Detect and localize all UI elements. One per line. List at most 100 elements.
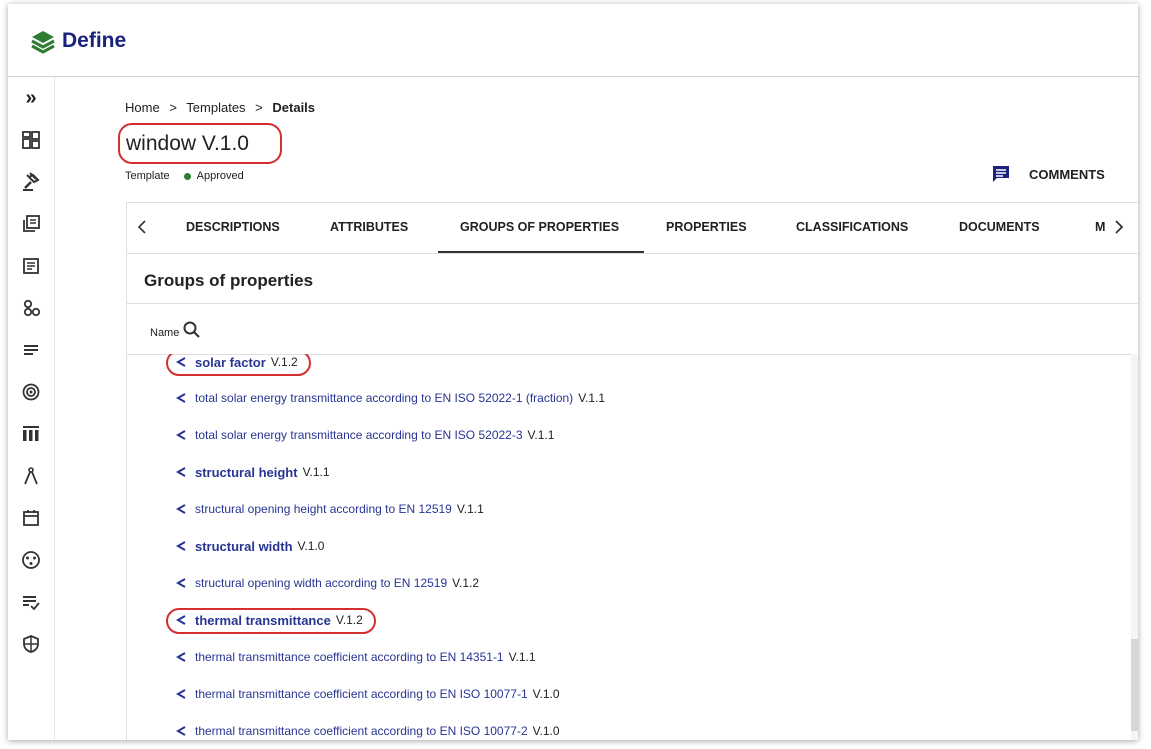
- sidebar-item-target[interactable]: [18, 379, 44, 405]
- breadcrumb-separator: >: [255, 100, 263, 115]
- share-chevron-icon: [175, 726, 186, 736]
- network-icon: [22, 551, 40, 569]
- tab-truncated[interactable]: M: [1095, 220, 1108, 234]
- list-item[interactable]: structural height V.1.1: [175, 461, 330, 483]
- list-item[interactable]: thermal transmittance coefficient accord…: [175, 720, 560, 740]
- groups-icon: [23, 299, 41, 317]
- app-logo[interactable]: Define: [30, 28, 126, 54]
- item-version: V.1.1: [456, 502, 484, 516]
- tab-properties[interactable]: PROPERTIES: [666, 220, 747, 234]
- app-name: Define: [62, 29, 127, 52]
- item-name[interactable]: structural opening width according to EN…: [195, 576, 447, 590]
- item-version: V.1.0: [532, 724, 560, 738]
- tab-classifications[interactable]: CLASSIFICATIONS: [796, 220, 908, 234]
- shield-icon: [23, 635, 39, 653]
- highlight-ring: [166, 608, 376, 634]
- share-chevron-icon: [175, 393, 186, 403]
- item-name[interactable]: total solar energy transmittance accordi…: [195, 391, 573, 405]
- item-name[interactable]: structural width: [195, 539, 293, 554]
- list-scrollbar[interactable]: [1131, 354, 1138, 740]
- status-dot: [183, 172, 191, 180]
- active-tab-indicator: [438, 251, 644, 253]
- list-icon: [24, 345, 38, 355]
- list-item[interactable]: structural opening height according to E…: [175, 498, 484, 520]
- breadcrumb-templates[interactable]: Templates: [186, 100, 245, 115]
- sidebar-item-gavel[interactable]: [18, 169, 44, 195]
- share-chevron-icon: [175, 504, 186, 514]
- item-version: V.1.1: [508, 650, 536, 664]
- sidebar-item-article[interactable]: [18, 253, 44, 279]
- breadcrumb-separator: >: [169, 100, 177, 115]
- sidebar-item-shield[interactable]: [18, 631, 44, 657]
- sidebar-item-compass[interactable]: [18, 463, 44, 489]
- column-name-label: Name: [150, 327, 180, 339]
- highlight-ring: [118, 123, 282, 164]
- sidebar-item-network[interactable]: [18, 547, 44, 573]
- share-chevron-icon: [175, 430, 186, 440]
- item-version: V.1.0: [297, 539, 325, 553]
- item-version: V.1.1: [578, 391, 606, 405]
- tab-attributes[interactable]: ATTRIBUTES: [330, 220, 408, 234]
- item-name[interactable]: thermal transmittance coefficient accord…: [195, 724, 528, 738]
- tabs-scroll-right[interactable]: [1110, 216, 1128, 238]
- list-header: Name: [127, 303, 1138, 355]
- share-chevron-icon: [175, 541, 186, 551]
- breadcrumb: Home > Templates > Details: [125, 100, 315, 115]
- item-version: V.1.1: [302, 465, 330, 479]
- comments-label: COMMENTS: [1029, 166, 1105, 182]
- share-chevron-icon: [175, 652, 186, 662]
- breadcrumb-current: Details: [272, 100, 316, 115]
- item-version: V.1.1: [527, 428, 555, 442]
- sidebar-item-list[interactable]: [18, 337, 44, 363]
- item-version: V.1.2: [452, 576, 480, 590]
- list-item[interactable]: thermal transmittance coefficient accord…: [175, 646, 536, 668]
- share-chevron-icon: [175, 467, 186, 477]
- breadcrumb-home[interactable]: Home: [125, 100, 160, 115]
- chevrons-right-icon: »: [25, 87, 37, 109]
- tab-groups-of-properties[interactable]: GROUPS OF PROPERTIES: [460, 220, 619, 234]
- calendar-icon: [23, 510, 39, 526]
- item-version: V.1.0: [532, 687, 560, 701]
- comment-icon: [993, 166, 1009, 182]
- scrollbar-thumb[interactable]: [1131, 639, 1138, 731]
- sidebar-item-calendar[interactable]: [18, 505, 44, 531]
- tab-descriptions[interactable]: DESCRIPTIONS: [186, 220, 280, 234]
- chevron-right-icon: [1115, 220, 1124, 234]
- item-name[interactable]: thermal transmittance coefficient accord…: [195, 687, 528, 701]
- expand-sidebar-button[interactable]: »: [18, 85, 44, 111]
- tabs-scroll-left[interactable]: [133, 216, 151, 238]
- status-badge: Approved: [196, 170, 244, 182]
- template-meta: Template Approved: [125, 170, 244, 182]
- sidebar-item-dashboard[interactable]: [18, 127, 44, 153]
- columns-icon: [23, 426, 39, 441]
- sidebar: »: [8, 77, 55, 740]
- stack-logo-icon: [31, 31, 55, 54]
- app-window: Define » Home > Templates > Details wind…: [8, 4, 1138, 740]
- property-group-list: solar factor V.1.2 total solar energy tran…: [127, 354, 1131, 740]
- target-icon: [22, 383, 40, 401]
- top-bar: Define: [8, 4, 1138, 77]
- sidebar-item-groups[interactable]: [18, 295, 44, 321]
- tab-documents[interactable]: DOCUMENTS: [959, 220, 1040, 234]
- details-panel: DESCRIPTIONS ATTRIBUTES GROUPS OF PROPER…: [126, 202, 1138, 740]
- sidebar-item-checklist[interactable]: [18, 589, 44, 615]
- sidebar-item-columns[interactable]: [18, 421, 44, 447]
- sidebar-item-library[interactable]: [18, 211, 44, 237]
- item-name[interactable]: structural opening height according to E…: [195, 502, 452, 516]
- comments-button[interactable]: COMMENTS: [991, 164, 1105, 184]
- dashboard-icon: [22, 131, 40, 149]
- compass-icon: [24, 467, 38, 485]
- template-type: Template: [125, 170, 170, 182]
- item-name[interactable]: thermal transmittance coefficient accord…: [195, 650, 504, 664]
- checklist-icon: [23, 596, 40, 611]
- share-chevron-icon: [175, 689, 186, 699]
- list-item[interactable]: total solar energy transmittance accordi…: [175, 387, 605, 409]
- item-name[interactable]: total solar energy transmittance accordi…: [195, 428, 523, 442]
- list-item[interactable]: total solar energy transmittance accordi…: [175, 424, 554, 446]
- search-icon[interactable]: [182, 320, 202, 340]
- item-name[interactable]: structural height: [195, 465, 298, 480]
- list-item[interactable]: structural width V.1.0: [175, 535, 324, 557]
- list-item[interactable]: structural opening width according to EN…: [175, 572, 479, 594]
- article-icon: [23, 258, 39, 274]
- list-item[interactable]: thermal transmittance coefficient accord…: [175, 683, 560, 705]
